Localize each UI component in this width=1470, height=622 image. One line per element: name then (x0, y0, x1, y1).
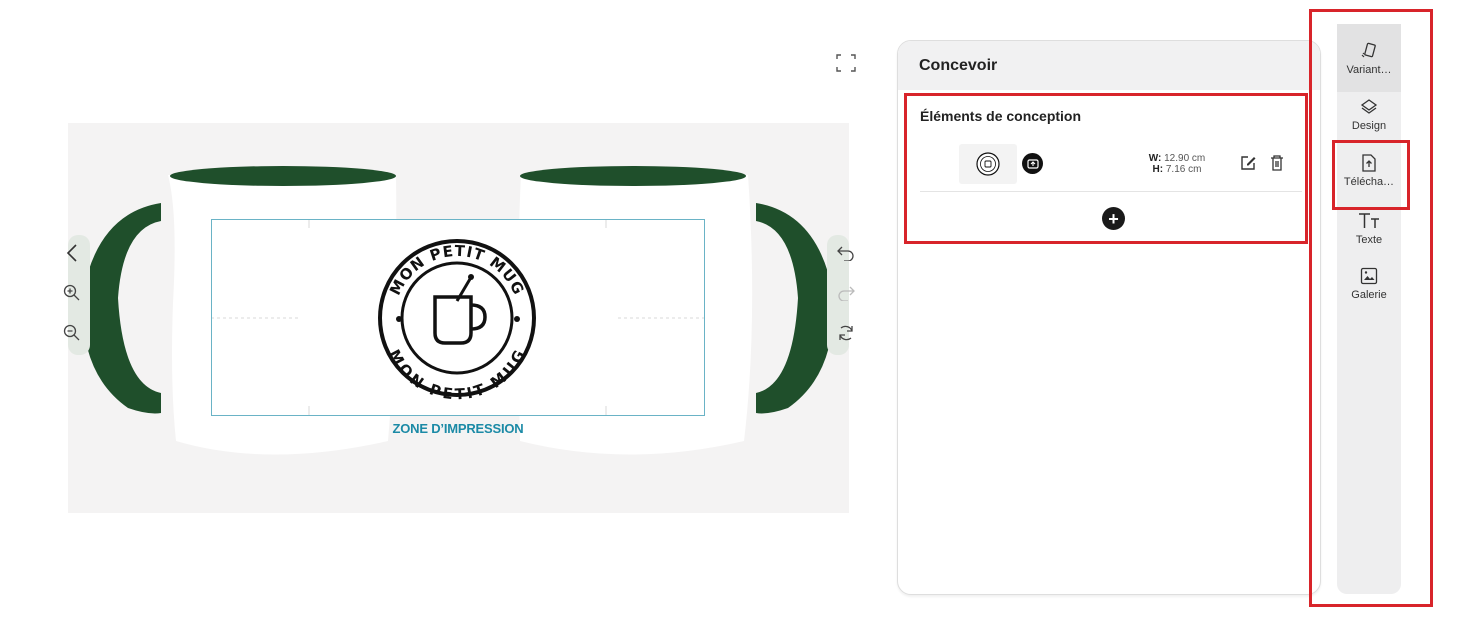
edit-icon (1241, 156, 1256, 170)
height-label: H: (1152, 164, 1164, 175)
undo-icon (837, 246, 854, 261)
zoom-in-button[interactable] (60, 281, 84, 305)
zoom-out-icon (63, 324, 80, 341)
rotate-button[interactable] (834, 321, 858, 345)
undo-button[interactable] (834, 241, 858, 265)
section-title: Éléments de conception (920, 108, 1082, 124)
zoom-out-button[interactable] (60, 321, 84, 345)
redo-button[interactable] (834, 281, 858, 305)
print-zone-label: ZONE D’IMPRESSION (392, 421, 524, 436)
delete-element-button[interactable] (1269, 154, 1285, 172)
print-zone[interactable] (211, 219, 705, 416)
trash-icon (1271, 155, 1283, 171)
zoom-in-icon (63, 284, 80, 301)
height-value: 7.16 cm (1165, 164, 1202, 175)
rotate-icon (839, 325, 853, 341)
panel-title: Concevoir (898, 41, 1320, 90)
divider (920, 191, 1302, 192)
chevron-left-icon (66, 244, 77, 262)
sidebar-highlight (1309, 9, 1433, 607)
previous-view-button[interactable] (60, 241, 84, 265)
fullscreen-icon[interactable] (836, 54, 856, 72)
width-label: W: (1148, 153, 1162, 164)
element-dimensions: W: 12.90 cm H: 7.16 cm (1137, 153, 1217, 175)
logo-thumbnail-icon (976, 152, 1000, 176)
designer-panel: Concevoir Éléments de conception W: 12.9… (897, 40, 1321, 595)
width-value: 12.90 cm (1164, 153, 1206, 164)
upload-highlight (1332, 140, 1410, 210)
redo-icon (838, 286, 855, 301)
add-element-button[interactable]: + (1102, 207, 1125, 230)
edit-element-button[interactable] (1239, 154, 1257, 172)
mug-canvas[interactable]: MON PETIT MUG MON PETIT MUG ZONE D’IMPRE… (63, 123, 855, 513)
uploaded-image-icon (1022, 153, 1043, 174)
design-elements-section: Éléments de conception W: 12.90 cm H: 7.… (904, 93, 1308, 244)
design-thumbnail[interactable] (959, 144, 1017, 184)
